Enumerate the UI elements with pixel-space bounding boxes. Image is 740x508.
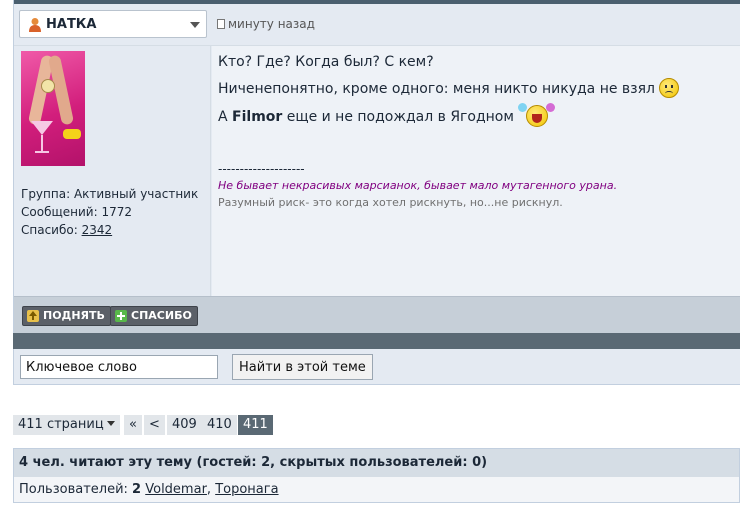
thanks-count-link[interactable]: 2342 [82, 223, 113, 237]
signature-quote: Не бывает некрасивых марсианок, бывает м… [218, 179, 618, 192]
reader-link[interactable]: Торонага [215, 482, 278, 497]
user-icon [29, 18, 41, 32]
chevron-down-icon[interactable] [190, 22, 200, 28]
user-post-count: Сообщений: 1772 [21, 205, 133, 219]
first-page-link[interactable]: « [124, 415, 142, 435]
post-line-3: А Filmor еще и не подождал в Ягодном [218, 103, 555, 129]
active-readers: 4 чел. читают эту тему (гостей: 2, скрыт… [13, 448, 740, 503]
reader-link[interactable]: Voldemar [145, 482, 207, 497]
post-body: Кто? Где? Когда был? С кем? Ниченепонятн… [212, 46, 740, 296]
post-footer: ПОДНЯТЬ СПАСИБО [14, 296, 740, 333]
author-name[interactable]: НАТКА [46, 17, 97, 32]
readers-list: Пользователей: 2 Voldemar, Торонага [14, 477, 739, 502]
raise-button[interactable]: ПОДНЯТЬ [22, 306, 111, 326]
pages-dropdown[interactable]: 411 страниц [13, 415, 120, 435]
chevron-down-icon [106, 421, 115, 426]
signature-separator: -------------------- [218, 162, 305, 176]
post-line-1: Кто? Где? Когда был? С кем? [218, 54, 434, 70]
plus-icon [115, 310, 127, 322]
topic-search: Найти в этой теме [13, 349, 740, 385]
avatar [21, 51, 85, 166]
search-button[interactable]: Найти в этой теме [232, 354, 373, 380]
user-details: Группа: Активный участник Сообщений: 177… [14, 46, 211, 296]
signature-motto: Разумный риск- это когда хотел рискнуть,… [218, 196, 563, 209]
prev-page-link[interactable]: < [144, 415, 165, 435]
sad-smiley-icon [659, 78, 679, 98]
post-line-2: Ниченепонятно, кроме одного: меня никто … [218, 78, 679, 98]
thanks-button[interactable]: СПАСИБО [110, 306, 198, 326]
post-header: НАТКА минуту назад [14, 4, 740, 46]
post-time[interactable]: минуту назад [217, 17, 315, 31]
document-icon [217, 19, 225, 29]
separator-bar [13, 333, 740, 349]
page-link[interactable]: 410 [202, 415, 237, 435]
user-thanks-count: Спасибо: 2342 [21, 223, 113, 237]
current-page: 411 [238, 415, 273, 435]
user-group: Группа: Активный участник [21, 187, 199, 201]
page-link[interactable]: 409 [167, 415, 202, 435]
readers-header: 4 чел. читают эту тему (гостей: 2, скрыт… [14, 449, 739, 477]
user-info: Группа: Активный участник Сообщений: 177… [21, 185, 198, 239]
search-input[interactable] [20, 355, 218, 379]
laughing-smiley-icon [517, 103, 555, 129]
forum-post: НАТКА минуту назад Группа: Активный учас… [13, 0, 740, 333]
arrow-up-icon [27, 310, 39, 322]
mentioned-user: Filmor [232, 109, 283, 125]
post-time-text[interactable]: минуту назад [228, 17, 315, 31]
author-menu[interactable]: НАТКА [19, 10, 207, 38]
